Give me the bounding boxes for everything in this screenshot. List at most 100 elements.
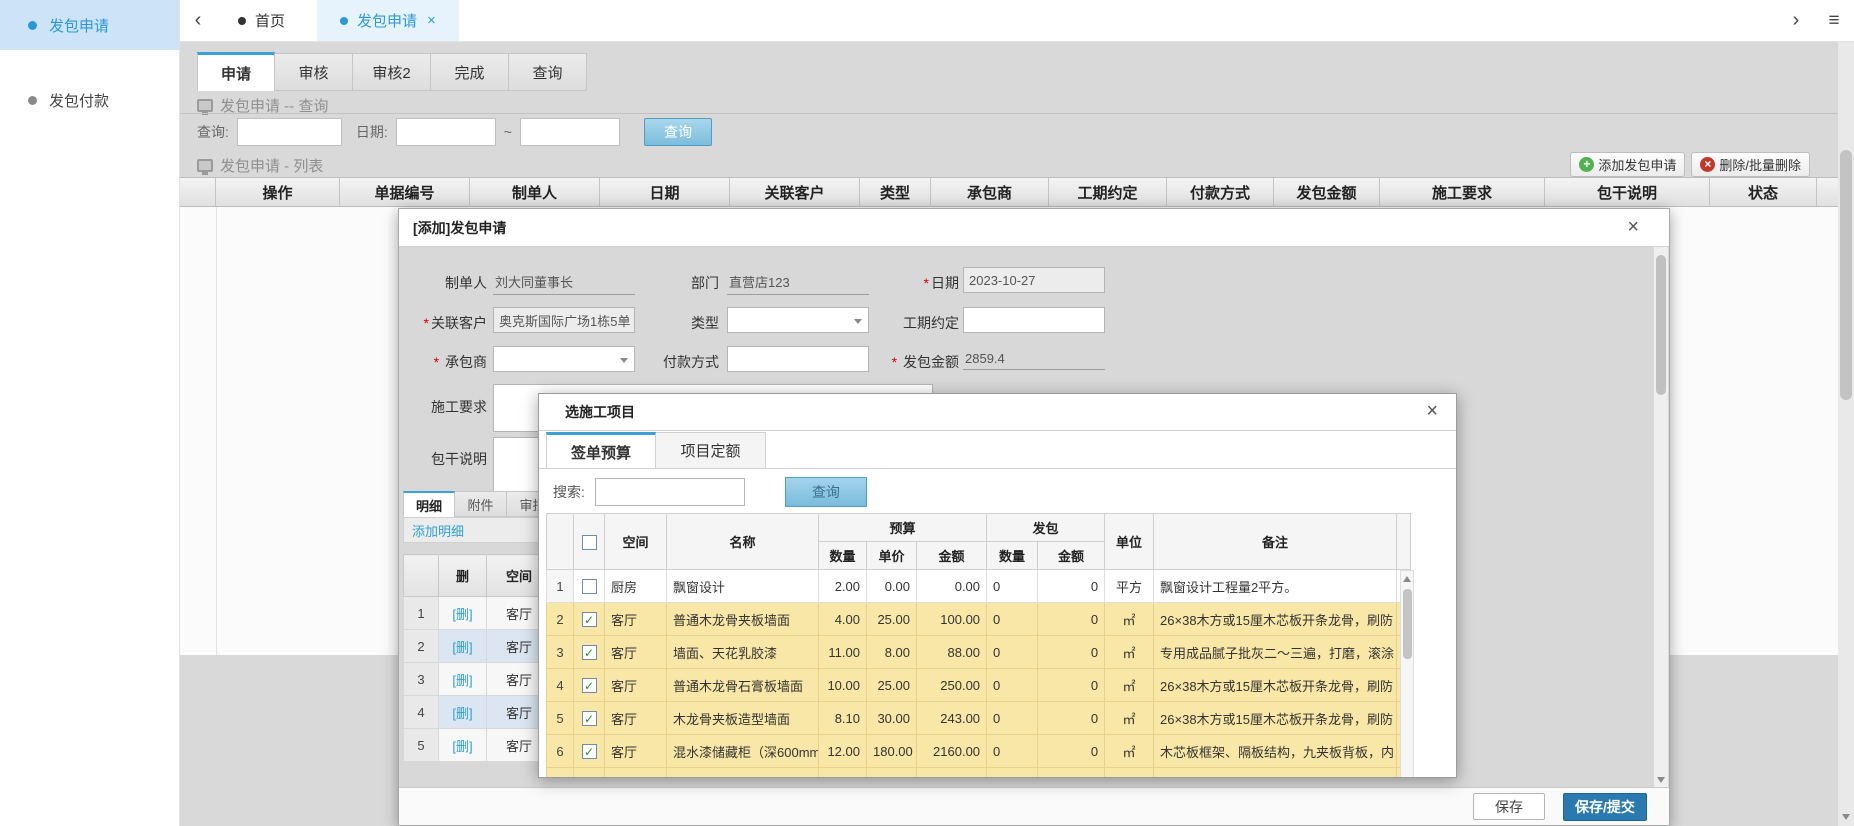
select-all-checkbox[interactable] xyxy=(582,535,597,550)
query-button[interactable]: 查询 xyxy=(644,118,712,146)
list-column-header[interactable]: 发包金额 xyxy=(1274,178,1380,206)
detail-tabs: 明细 附件 审批 xyxy=(403,491,559,517)
workflow-tab[interactable]: 审核2 xyxy=(353,53,431,91)
list-column-header[interactable]: 状态 xyxy=(1710,178,1817,206)
picker-table-scrollbar[interactable] xyxy=(1400,570,1414,778)
back-chevron-icon[interactable]: ‹ xyxy=(180,0,216,41)
list-row-select-column xyxy=(180,178,216,206)
page-tab[interactable]: 首页 xyxy=(216,0,318,41)
delete-batch-button[interactable]: × 删除/批量删除 xyxy=(1691,152,1810,177)
type-dropdown[interactable] xyxy=(727,307,869,333)
row-checkbox[interactable] xyxy=(582,744,597,759)
tab-close-icon[interactable]: × xyxy=(427,12,436,29)
list-section-title-text: 发包申请 - 列表 xyxy=(220,155,323,176)
list-column-header[interactable]: 工期约定 xyxy=(1049,178,1167,206)
date-to-input[interactable] xyxy=(520,118,620,146)
detail-row-number: 5 xyxy=(404,729,439,762)
row-out-amount: 0 xyxy=(1038,768,1105,779)
page-scrollbar[interactable] xyxy=(1838,42,1854,826)
workflow-tab[interactable]: 查询 xyxy=(509,53,587,91)
row-out-amount: 0 xyxy=(1038,570,1105,603)
sidebar-item[interactable]: 发包付款 xyxy=(0,75,179,125)
budget-item-row[interactable]: 2 客厅 普通木龙骨夹板墙面 4.00 25.00 100.00 0 0 ㎡ 2… xyxy=(547,603,1411,636)
list-column-header[interactable]: 操作 xyxy=(216,178,340,206)
page-tab-label: 发包申请 xyxy=(357,10,417,31)
delete-row-link[interactable]: [删] xyxy=(444,673,480,688)
modal-scroll-down-icon[interactable] xyxy=(1657,777,1665,783)
add-modal-close-icon[interactable]: × xyxy=(1627,217,1639,237)
contractor-dropdown[interactable] xyxy=(493,346,635,372)
picker-close-icon[interactable]: × xyxy=(1426,401,1438,421)
list-column-header[interactable]: 类型 xyxy=(860,178,931,206)
workflow-tab[interactable]: 申请 xyxy=(197,52,275,91)
row-remark: 木芯板框架、隔板结构，九夹板背板，内 xyxy=(1154,735,1397,768)
add-application-button[interactable]: + 添加发包申请 xyxy=(1570,152,1685,177)
scroll-up-icon[interactable] xyxy=(1403,576,1411,582)
delete-row-link[interactable]: [删] xyxy=(444,640,480,655)
modal-scrollbar[interactable] xyxy=(1654,247,1668,787)
row-price: 8.00 xyxy=(867,636,917,669)
workflow-tab[interactable]: 审核 xyxy=(275,53,353,91)
budget-item-row[interactable]: 3 客厅 墙面、天花乳胶漆 11.00 8.00 88.00 0 0 ㎡ 专用成… xyxy=(547,636,1411,669)
row-number: 7 xyxy=(547,768,574,779)
date-from-input[interactable] xyxy=(396,118,496,146)
picker-search-input[interactable] xyxy=(595,478,745,506)
scroll-down-icon[interactable] xyxy=(1842,814,1850,820)
delete-row-link[interactable]: [删] xyxy=(444,739,480,754)
row-number: 2 xyxy=(547,603,574,636)
list-column-header[interactable]: 施工要求 xyxy=(1380,178,1545,206)
date-field-value[interactable]: 2023-10-27 xyxy=(963,267,1105,293)
customer-dropdown[interactable]: 奥克斯国际广场1栋5单 xyxy=(493,307,635,333)
delete-row-link[interactable]: [删] xyxy=(444,706,480,721)
row-checkbox[interactable] xyxy=(582,645,597,660)
save-button[interactable]: 保存 xyxy=(1473,793,1545,820)
sidebar-item[interactable]: 发包申请 xyxy=(0,0,179,50)
detail-tab[interactable]: 附件 xyxy=(455,491,507,517)
picker-scrollbar-thumb[interactable] xyxy=(1403,589,1412,659)
row-name: 普通木龙骨石膏板墙面 xyxy=(667,669,819,702)
budget-item-row[interactable]: 6 客厅 混水漆储藏柜（深600mm 12.00 180.00 2160.00 … xyxy=(547,735,1411,768)
row-checkbox[interactable] xyxy=(582,777,597,778)
add-plus-icon: + xyxy=(1579,157,1594,172)
picker-tab[interactable]: 项目定额 xyxy=(656,432,766,469)
workflow-tab[interactable]: 完成 xyxy=(431,53,509,91)
row-checkbox[interactable] xyxy=(582,612,597,627)
forward-chevron-icon[interactable]: › xyxy=(1778,0,1814,41)
list-column-header[interactable]: 制单人 xyxy=(470,178,600,206)
detail-del-header: 删 xyxy=(439,555,487,597)
list-table-header: 操作 单据编号 制单人 日期 关联客户 类型 承包商 工期约定 付款方式 发包金… xyxy=(180,177,1838,207)
list-column-header[interactable]: 日期 xyxy=(600,178,730,206)
payment-input[interactable] xyxy=(727,346,869,372)
budget-item-row[interactable]: 7 客厅 墙面、天花乳胶漆 2.30 8.00 18.40 0 0 ㎡ 专用成品… xyxy=(547,768,1411,779)
row-checkbox[interactable] xyxy=(582,678,597,693)
row-out-amount: 0 xyxy=(1038,636,1105,669)
keyword-input[interactable] xyxy=(237,118,342,146)
row-space: 客厅 xyxy=(605,735,667,768)
budget-item-row[interactable]: 1 厨房 飘窗设计 2.00 0.00 0.00 0 0 平方 飘窗设计工程量2… xyxy=(547,570,1411,603)
save-submit-button[interactable]: 保存/提交 xyxy=(1563,793,1647,821)
row-checkbox[interactable] xyxy=(582,579,597,594)
list-column-header[interactable]: 承包商 xyxy=(931,178,1049,206)
duration-input[interactable] xyxy=(963,307,1105,333)
picker-tabs: 签单预算 项目定额 xyxy=(546,431,766,469)
delete-row-link[interactable]: [删] xyxy=(444,607,480,622)
picker-tab[interactable]: 签单预算 xyxy=(546,432,656,469)
row-out-qty: 0 xyxy=(987,702,1038,735)
budget-item-row[interactable]: 4 客厅 普通木龙骨石膏板墙面 10.00 25.00 250.00 0 0 ㎡… xyxy=(547,669,1411,702)
list-column-header[interactable]: 付款方式 xyxy=(1167,178,1274,206)
row-checkbox[interactable] xyxy=(582,711,597,726)
page-tab[interactable]: 发包申请 × xyxy=(318,0,459,41)
list-column-header[interactable]: 包干说明 xyxy=(1545,178,1710,206)
picker-titlebar: 选施工项目 xyxy=(539,394,1456,431)
row-price: 30.00 xyxy=(867,702,917,735)
page-scrollbar-thumb[interactable] xyxy=(1840,150,1852,400)
add-detail-link[interactable]: 添加明细 xyxy=(404,521,472,540)
picker-query-button[interactable]: 查询 xyxy=(785,477,867,507)
list-column-header[interactable]: 单据编号 xyxy=(340,178,470,206)
list-column-header[interactable]: 关联客户 xyxy=(730,178,860,206)
modal-scrollbar-thumb[interactable] xyxy=(1656,255,1666,395)
detail-tab[interactable]: 明细 xyxy=(403,491,455,517)
hamburger-menu-icon[interactable]: ≡ xyxy=(1814,0,1854,41)
dept-label: 部门 xyxy=(629,273,719,293)
budget-item-row[interactable]: 5 客厅 木龙骨夹板造型墙面 8.10 30.00 243.00 0 0 ㎡ 2… xyxy=(547,702,1411,735)
